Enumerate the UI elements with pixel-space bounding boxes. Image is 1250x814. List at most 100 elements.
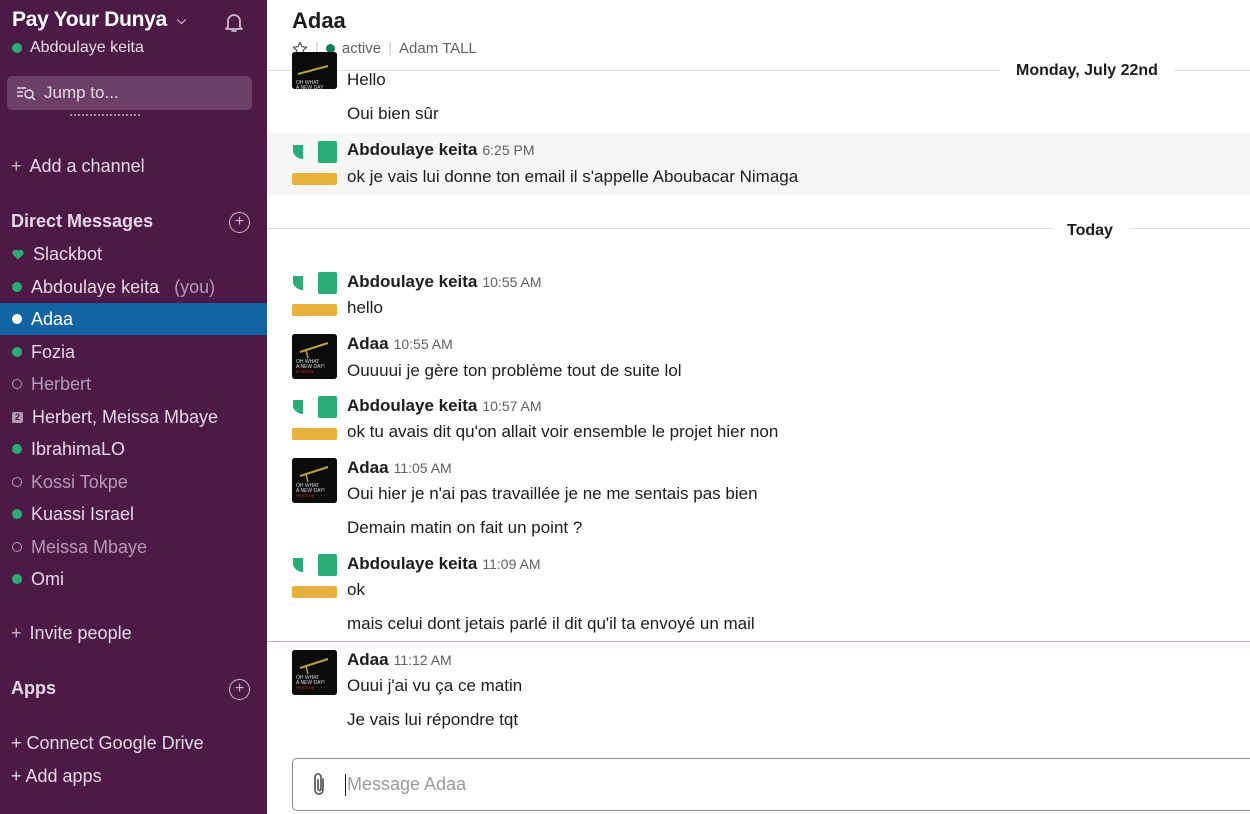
- dm-name: Herbert: [31, 373, 92, 394]
- avatar[interactable]: [292, 141, 337, 186]
- paperclip-icon[interactable]: [309, 772, 329, 798]
- dm-name: Abdoulaye keita: [31, 276, 160, 297]
- message-text: Oui hier je n'ai pas travaillée je ne me…: [347, 484, 758, 503]
- new-messages-line: [267, 641, 1250, 642]
- timestamp[interactable]: 11:05 AM: [394, 460, 452, 476]
- author-name: Abdoulaye keita: [347, 272, 478, 291]
- dm-item-meissa[interactable]: Meissa Mbaye: [0, 531, 267, 563]
- avatar[interactable]: OH WHAT A NEW DAY: [292, 52, 337, 89]
- message-author[interactable]: Abdoulaye keita 11:09 AM: [347, 554, 541, 574]
- dm-name: Fozia: [31, 341, 76, 362]
- plus-icon: +: [11, 156, 22, 176]
- dm-item-ibrahimalo[interactable]: IbrahimaLO: [0, 433, 267, 465]
- dm-item-slackbot[interactable]: Slackbot: [0, 238, 267, 270]
- add-channel-button[interactable]: + Add a channel: [11, 156, 145, 177]
- divider: |: [388, 40, 392, 57]
- message-author[interactable]: Abdoulaye keita 10:57 AM: [347, 396, 542, 416]
- full-name[interactable]: Adam TALL: [399, 40, 477, 57]
- dm-item-adaa[interactable]: Adaa: [0, 303, 267, 335]
- svg-text:POSITIVE: POSITIVE: [296, 369, 315, 374]
- timestamp[interactable]: 10:57 AM: [482, 398, 541, 414]
- avatar[interactable]: [292, 554, 337, 599]
- dm-name: IbrahimaLO: [31, 438, 126, 459]
- presence-dot: [12, 509, 22, 519]
- presence-dot: [12, 477, 22, 487]
- workspace-menu[interactable]: Pay Your Dunya ⌵: [12, 8, 186, 32]
- invite-people-button[interactable]: + Invite people: [11, 623, 132, 644]
- presence-dot: [12, 444, 22, 454]
- connect-drive-link[interactable]: + Connect Google Drive: [11, 733, 204, 754]
- message-author[interactable]: Abdoulaye keita 10:55 AM: [347, 272, 542, 292]
- message-text: ok je vais lui donne ton email il s'appe…: [347, 167, 799, 186]
- timestamp[interactable]: 6:25 PM: [482, 142, 534, 158]
- presence-dot: [12, 282, 22, 292]
- author-name: Adaa: [347, 458, 389, 477]
- message-text: Ouui j'ai vu ça ce matin: [347, 676, 523, 695]
- message-author[interactable]: Adaa 10:55 AM: [347, 334, 453, 354]
- avatar[interactable]: OH WHAT A NEW DAY! POSITIVE: [292, 650, 337, 695]
- author-name: Adaa: [347, 334, 389, 353]
- dm-item-omi[interactable]: Omi: [0, 563, 267, 595]
- current-user[interactable]: Abdoulaye keita: [12, 39, 144, 57]
- workspace-name: Pay Your Dunya: [12, 8, 167, 31]
- timestamp[interactable]: 11:12 AM: [394, 652, 452, 668]
- avatar[interactable]: OH WHAT A NEW DAY! POSITIVE: [292, 458, 337, 503]
- day-divider-label[interactable]: Monday, July 22nd: [1000, 62, 1174, 80]
- add-circle-icon[interactable]: +: [229, 679, 250, 700]
- dm-item-fozia[interactable]: Fozia: [0, 336, 267, 368]
- dm-name: Adaa: [31, 308, 74, 329]
- avatar[interactable]: [292, 396, 337, 441]
- add-channel-label: Add a channel: [29, 156, 145, 176]
- dm-item-herbert[interactable]: Herbert: [0, 368, 267, 400]
- presence-label: active: [341, 40, 382, 57]
- message-text: Oui bien sûr: [347, 104, 439, 123]
- dm-name: Meissa Mbaye: [31, 536, 148, 557]
- sidebar: Pay Your Dunya ⌵ Abdoulaye keita Jump to…: [0, 0, 267, 814]
- bell-icon[interactable]: [222, 10, 246, 34]
- dm-item-group[interactable]: 2 Herbert, Meissa Mbaye: [0, 401, 267, 433]
- message-text: Demain matin on fait un point ?: [347, 518, 583, 537]
- timestamp[interactable]: 10:55 AM: [482, 274, 541, 290]
- avatar[interactable]: OH WHAT A NEW DAY! POSITIVE: [292, 334, 337, 379]
- presence-dot: [12, 347, 22, 357]
- svg-text:POSITIVE: POSITIVE: [296, 685, 315, 690]
- jump-to-label: Jump to...: [44, 83, 119, 102]
- dm-name: Slackbot: [33, 243, 103, 264]
- plus-icon: +: [11, 623, 22, 643]
- message-author[interactable]: Adaa 11:12 AM: [347, 650, 452, 670]
- day-divider-label[interactable]: Today: [1051, 222, 1129, 240]
- scrolled-channel-peek: [70, 112, 150, 122]
- invite-label: Invite people: [29, 623, 132, 643]
- dm-section-header[interactable]: Direct Messages: [11, 211, 153, 232]
- message-text: Hello: [347, 70, 386, 89]
- search-icon: [17, 87, 36, 101]
- add-circle-icon[interactable]: +: [229, 212, 250, 233]
- avatar[interactable]: [292, 272, 337, 317]
- message-text: ok tu avais dit qu'on allait voir ensemb…: [347, 422, 779, 441]
- presence-dot: [12, 574, 22, 584]
- add-apps-link[interactable]: + Add apps: [11, 766, 102, 787]
- dm-item-self[interactable]: Abdoulaye keita (you): [0, 271, 267, 303]
- channel-title[interactable]: Adaa: [292, 8, 346, 34]
- timestamp[interactable]: 11:09 AM: [482, 556, 540, 572]
- svg-text:A NEW DAY: A NEW DAY: [296, 85, 324, 89]
- timestamp[interactable]: 10:55 AM: [394, 336, 453, 352]
- member-count-badge: 2: [12, 411, 23, 423]
- message-pane: Adaa | active | Adam TALL Monday, July 2…: [267, 0, 1250, 814]
- apps-section-header[interactable]: Apps: [11, 678, 56, 699]
- message-composer[interactable]: Message Adaa: [292, 758, 1250, 811]
- presence-dot: [12, 314, 22, 324]
- dm-item-kossi[interactable]: Kossi Tokpe: [0, 466, 267, 498]
- message-text: hello: [347, 298, 383, 317]
- dm-name: Herbert, Meissa Mbaye: [32, 406, 219, 427]
- you-suffix: (you): [174, 276, 216, 297]
- message-author[interactable]: Abdoulaye keita 6:25 PM: [347, 140, 535, 160]
- message-text: mais celui dont jetais parlé il dit qu'i…: [347, 614, 755, 633]
- dm-name: Omi: [31, 568, 64, 589]
- chevron-down-icon: ⌵: [176, 12, 186, 27]
- message-author[interactable]: Adaa 11:05 AM: [347, 458, 452, 478]
- jump-to-button[interactable]: Jump to...: [7, 76, 252, 110]
- dm-item-kuassi[interactable]: Kuassi Israel: [0, 498, 267, 530]
- dm-name: Kossi Tokpe: [31, 471, 128, 492]
- heart-icon: [12, 249, 24, 259]
